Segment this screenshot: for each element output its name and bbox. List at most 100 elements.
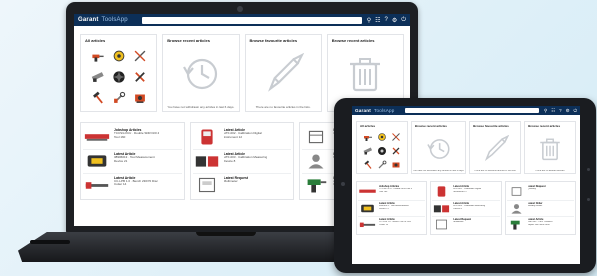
- cart-icon[interactable]: ☷: [375, 17, 380, 24]
- tile-title: Browse recent articles: [167, 38, 210, 43]
- saw-icon[interactable]: [91, 70, 105, 84]
- list-item[interactable]: Latest Article CC-LPB 1.0 · Bench 230/70 …: [83, 172, 182, 196]
- hammer-icon[interactable]: [91, 91, 105, 105]
- tile-footer: There are no favourite articles in the l…: [255, 105, 311, 109]
- machine-icon[interactable]: [133, 91, 147, 105]
- articles-list: Latest Article HTF-002 · Calibration Digi…: [189, 122, 295, 200]
- list-item[interactable]: Jobshop Articles TCCS/LOCU · Double SDR D…: [358, 184, 425, 200]
- power-icon[interactable]: ⏻: [574, 108, 577, 114]
- list-item[interactable]: Jobshop Articles TCCS/LOCU · Double SDR D…: [83, 126, 182, 149]
- categories-tile[interactable]: All articles: [356, 121, 408, 174]
- cutter-icon[interactable]: [391, 132, 401, 142]
- tile-footer: You have not withdrawn any articles in l…: [167, 105, 235, 109]
- list-item[interactable]: Latest Request Multimeter: [192, 172, 292, 196]
- person-icon: [302, 152, 330, 170]
- measuring-icon[interactable]: [377, 132, 387, 142]
- search-icon[interactable]: ⚲: [544, 108, 547, 114]
- pen-icon: [246, 43, 321, 105]
- list-item[interactable]: Latest Article CC-LPB 1.0 · Bench 230/70 …: [358, 215, 426, 232]
- list-item[interactable]: Latest Article HTF-003 · Calibration Meas…: [432, 199, 500, 216]
- laptop-port: [30, 240, 70, 244]
- tablet-device: Garant ToolsApp ⚲ ☷ ? ⚙ ⏻ All articles B…: [334, 98, 596, 273]
- laptop-hinge-notch: [196, 232, 256, 236]
- list-item[interactable]: Latest RequestQuantity: [507, 184, 574, 200]
- list-item[interactable]: Latest Article HTF-002 · Calibration Digi…: [193, 126, 292, 149]
- measuring-icon[interactable]: [112, 49, 126, 63]
- disc-icon[interactable]: [377, 146, 387, 156]
- categories-tile[interactable]: All articles: [80, 34, 158, 112]
- recent-articles-tile[interactable]: Browse recent articles You have not with…: [410, 121, 467, 174]
- list-item[interactable]: Latest OrderMonday Status: [506, 199, 574, 216]
- help-icon[interactable]: ?: [559, 108, 561, 114]
- tape-measure-thumb: [358, 202, 377, 215]
- machine-icon[interactable]: [391, 160, 401, 170]
- pliers-icon[interactable]: [391, 146, 401, 156]
- meter-red-thumb: [432, 185, 451, 198]
- trash-icon: [328, 43, 403, 105]
- recent-articles-tile[interactable]: Browse recent articles You have not with…: [162, 34, 240, 112]
- tile-footer: There are no favourite articles in the l…: [474, 170, 517, 172]
- tape-measure-thumb: [83, 152, 111, 170]
- multimeter-thumb: [432, 218, 451, 231]
- header-icons: ⚲ ☷ ? ⚙ ⏻: [367, 17, 406, 24]
- history-icon: [412, 128, 465, 170]
- wrench-icon[interactable]: [112, 91, 126, 105]
- drill-set-thumb: [83, 128, 111, 146]
- search-input[interactable]: [141, 16, 362, 24]
- meter-dark-thumb: [432, 202, 451, 215]
- pen-icon: [470, 128, 520, 170]
- app-logo[interactable]: Garant ToolsApp: [78, 17, 128, 23]
- power-icon[interactable]: ⏻: [401, 17, 406, 24]
- drill-icon[interactable]: [91, 49, 105, 63]
- tile-title: All articles: [85, 38, 106, 43]
- tile-footer: You have not withdrawn any articles in l…: [412, 170, 465, 172]
- disc-icon[interactable]: [112, 70, 126, 84]
- articles-list: Jobshop Articles TCCS/LOCU · Double SDR D…: [356, 181, 428, 235]
- box-thumb: [302, 128, 330, 146]
- multimeter-thumb: [193, 176, 221, 194]
- tile-footer: There are no deleted articles.: [535, 170, 565, 172]
- list-item[interactable]: Latest Article 38906013 · Tool Measuremen…: [83, 149, 182, 172]
- cutter-thumb: [83, 176, 111, 194]
- deleted-articles-tile[interactable]: Browse recent articles There are no dele…: [524, 121, 577, 174]
- favorite-articles-tile[interactable]: Browse favourite articles There are no f…: [244, 34, 322, 112]
- favorite-articles-tile[interactable]: Browse favourite articles There are no f…: [469, 121, 522, 174]
- history-icon: [163, 43, 238, 105]
- meter-dark-thumb: [193, 152, 221, 170]
- search-input[interactable]: [404, 108, 539, 113]
- tablet-screen: Garant ToolsApp ⚲ ☷ ? ⚙ ⏻ All articles B…: [352, 106, 580, 264]
- saw-icon[interactable]: [363, 146, 373, 156]
- app-header: Garant ToolsApp ⚲ ☷ ? ⚙ ⏻: [352, 106, 580, 115]
- box-thumb: [507, 185, 526, 198]
- cutter-icon[interactable]: [133, 49, 147, 63]
- settings-icon[interactable]: ⚙: [566, 108, 570, 114]
- trash-icon: [525, 128, 575, 170]
- hammer-icon[interactable]: [363, 159, 373, 170]
- articles-list: Jobshop Articles TCCS/LOCU · Double SDR D…: [80, 122, 185, 200]
- cart-icon[interactable]: ☷: [551, 108, 555, 114]
- list-item[interactable]: Latest Article HTF-003 · Calibration Meas…: [192, 149, 292, 172]
- settings-icon[interactable]: ⚙: [392, 17, 397, 24]
- app-logo[interactable]: Garant ToolsApp: [355, 108, 395, 113]
- app-header: Garant ToolsApp ⚲ ☷ ? ⚙ ⏻: [74, 14, 410, 26]
- tile-title: Browse recent articles: [331, 38, 375, 43]
- sensor-dot: [587, 198, 590, 201]
- drill-icon[interactable]: [363, 132, 373, 142]
- person-icon: [507, 202, 526, 215]
- tile-title: Browse favourite articles: [249, 38, 298, 43]
- pliers-icon[interactable]: [133, 70, 147, 84]
- list-item[interactable]: Latest Article HTF-002 · Calibration Digi…: [432, 184, 499, 200]
- articles-list: Latest Article HTF-002 · Calibration Digi…: [430, 181, 502, 235]
- wrench-icon[interactable]: [377, 160, 387, 170]
- drill-green-thumb: [507, 218, 526, 231]
- drill-green-thumb: [302, 176, 330, 194]
- list-item[interactable]: Latest Request Multimeter: [432, 215, 500, 232]
- list-item[interactable]: Latest ArticleZHF-405 · 230V CordlessImp…: [506, 215, 574, 232]
- header-icons: ⚲ ☷ ? ⚙ ⏻: [544, 108, 577, 114]
- sensor-dot: [587, 168, 590, 171]
- list-item[interactable]: Latest Article 38906013 · Tool Measuremen…: [358, 199, 426, 216]
- search-icon[interactable]: ⚲: [367, 17, 371, 24]
- cutter-thumb: [358, 218, 377, 231]
- help-icon[interactable]: ?: [385, 17, 388, 24]
- meter-red-thumb: [193, 128, 221, 146]
